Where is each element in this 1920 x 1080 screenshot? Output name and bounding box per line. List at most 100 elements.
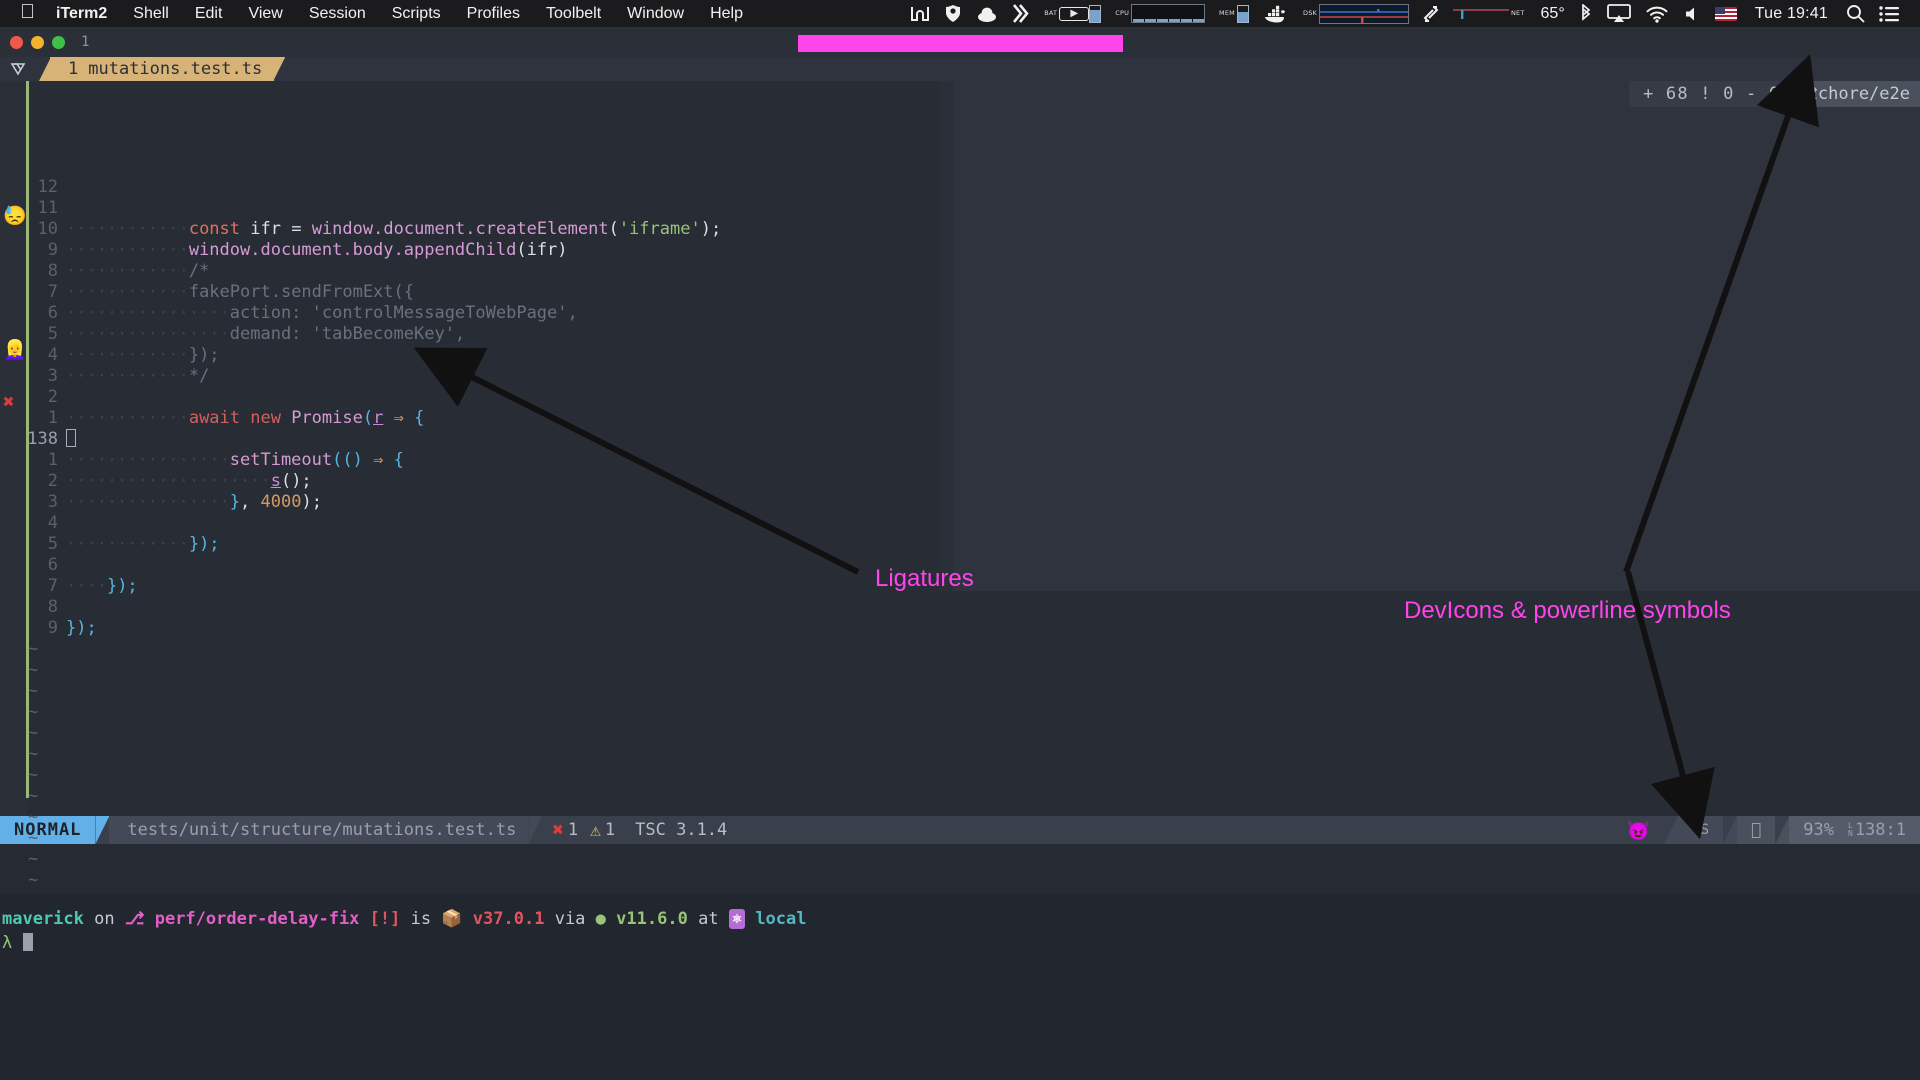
annotation-label-1: DevIcons & powerline symbols [1404, 597, 1731, 624]
empty-line-marker: ~ [28, 870, 39, 890]
menu-profiles[interactable]: Profiles [454, 0, 533, 27]
code-token: document [383, 219, 466, 239]
code-token: Promise [291, 408, 363, 428]
network-label: NET [1510, 9, 1525, 17]
line-number: 5 [47, 534, 58, 554]
cursor-position: 138:1 [1854, 820, 1906, 840]
menubar-status-area: BAT ▶ CPU MEM DSK NET 65° Tue 19:41 [903, 0, 1920, 27]
prompt-git-branch-icon: ⎇ [124, 909, 145, 929]
error-icon: ✖ [552, 819, 564, 841]
zoom-window-button[interactable] [52, 35, 65, 49]
menu-help[interactable]: Help [697, 0, 756, 27]
code-token: fakePort.sendFromExt({ [188, 282, 414, 302]
bluetooth-icon[interactable] [1572, 0, 1600, 27]
code-token: ); [700, 219, 722, 239]
indent-guides: ············ [66, 345, 189, 365]
prompt-line-2[interactable]: λ [2, 931, 1920, 955]
disk-status[interactable]: DSK [1296, 0, 1416, 27]
menu-iterm2[interactable]: iTerm2 [48, 0, 120, 27]
vim-mode-indicator: NORMAL [0, 816, 96, 844]
code-token: 4000 [260, 492, 302, 512]
vim-tabline: 1 mutations.test.ts [0, 57, 1920, 81]
spotlight-search-icon[interactable] [1839, 0, 1872, 27]
code-token: ifr [250, 219, 292, 239]
code-token: ( [362, 408, 374, 428]
memory-status[interactable]: MEM [1212, 0, 1256, 27]
minimize-window-button[interactable] [31, 35, 44, 49]
line-number: 6 [47, 303, 58, 323]
iterm-titlebar: 1 [0, 27, 1920, 57]
git-branch-indicator[interactable]: ⎇chore/e2e [1794, 81, 1920, 107]
line-content: }); [66, 618, 97, 639]
vim-tab-mutations-test[interactable]: 1 mutations.test.ts [50, 57, 275, 81]
memory-label: MEM [1219, 9, 1235, 17]
cpu-status[interactable]: CPU [1108, 0, 1212, 27]
vim-editor-area[interactable]: + 68 ! 0 - 0 ⎇chore/e2e 😓 👱‍♀️ ✖ 12 11 10 ···… [0, 81, 1920, 890]
vim-right-pane[interactable]: + 68 ! 0 - 0 ⎇chore/e2e [954, 81, 1920, 591]
input-language-flag-icon[interactable] [1708, 0, 1744, 27]
control-center-icon[interactable] [1872, 0, 1906, 27]
battery-status[interactable]: BAT ▶ [1037, 0, 1108, 27]
annotation-label-0: Ligatures [875, 565, 974, 592]
indent-guides: ················ [66, 492, 230, 512]
line-number: 8 [47, 261, 58, 281]
indent-guides: ················ [66, 450, 230, 470]
git-branch-icon: ⎇ [1798, 84, 1818, 104]
empty-line-marker: ~ [28, 765, 39, 785]
menu-view[interactable]: View [235, 0, 295, 27]
cloud-icon[interactable] [969, 0, 1005, 27]
shell-prompt-area[interactable]: maverick on ⎇ perf/order-delay-fix [!] i… [0, 893, 1920, 1080]
indent-guides: ················ [66, 303, 230, 323]
line-number: 12 [37, 177, 58, 197]
warning-icon: ⚠ [590, 819, 601, 841]
empty-line-marker: ~ [28, 828, 39, 848]
vim-tab-number: 1 [68, 59, 79, 79]
line-number: 2 [47, 387, 58, 407]
battery-icon: ▶ [1059, 6, 1093, 21]
statusline-right-group: 😈 TS  93% LN 138:1 [1612, 816, 1920, 844]
warning-count: 1 [604, 820, 616, 840]
menu-session[interactable]: Session [296, 0, 379, 27]
code-token: ); [301, 492, 322, 512]
line-number: 7 [47, 576, 58, 596]
menu-toolbelt[interactable]: Toolbelt [533, 0, 614, 27]
devil-emoji-icon: 😈 [1612, 816, 1665, 844]
vpn-shield-icon[interactable] [937, 0, 969, 27]
empty-line-marker: ~ [28, 849, 39, 869]
menu-window[interactable]: Window [614, 0, 697, 27]
wifi-icon[interactable] [1638, 0, 1676, 27]
statusline-path-separator [528, 816, 543, 844]
airplay-icon[interactable] [1600, 0, 1638, 27]
shell-cursor [22, 933, 33, 951]
line-number: 1 [47, 450, 58, 470]
code-token: . [465, 219, 476, 239]
screen-share-icon[interactable] [903, 0, 937, 27]
indent-guides: ···· [66, 576, 107, 596]
code-token: } [229, 492, 241, 512]
code-token: createElement [475, 219, 609, 239]
iterm-window: 1 1 mutations.test.ts + 68 ! 0 - 0 ⎇chor… [0, 27, 1920, 1080]
docker-icon[interactable] [1256, 0, 1296, 27]
line-number: 9 [47, 618, 58, 638]
os-apple-icon:  [1737, 816, 1776, 844]
line-number: 3 [47, 492, 58, 512]
menu-edit[interactable]: Edit [182, 0, 236, 27]
line-content: ····················s(); [66, 471, 312, 492]
menu-shell[interactable]: Shell [120, 0, 182, 27]
line-number: 4 [47, 345, 58, 365]
fastmail-icon[interactable] [1005, 0, 1037, 27]
line-number: 8 [47, 597, 58, 617]
menubar-clock[interactable]: Tue 19:41 [1744, 5, 1839, 23]
window-traffic-lights [0, 35, 65, 49]
network-status[interactable]: NET [1446, 0, 1534, 27]
prompt-via-word: via [554, 909, 586, 929]
code-token: new [250, 408, 292, 428]
indent-guides: ············ [66, 282, 189, 302]
apple-menu-icon[interactable]:  [14, 2, 48, 25]
volume-icon[interactable] [1676, 0, 1708, 27]
temperature-indicator[interactable]: 65° [1534, 0, 1572, 27]
network-arrows-icon[interactable] [1416, 0, 1446, 27]
menu-scripts[interactable]: Scripts [379, 0, 454, 27]
close-window-button[interactable] [10, 35, 23, 49]
indent-guides: ················ [66, 324, 230, 344]
